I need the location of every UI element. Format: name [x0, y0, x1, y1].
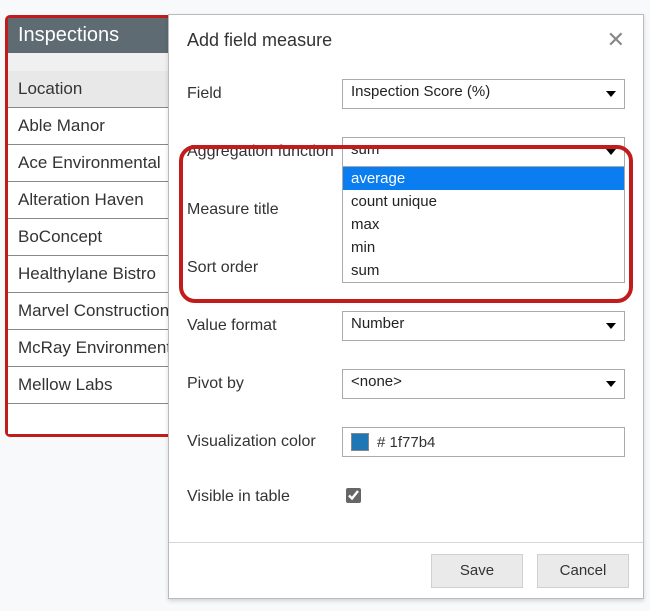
close-icon[interactable]: ✕ — [607, 29, 625, 51]
aggregation-option-min[interactable]: min — [343, 236, 624, 259]
visible-in-table-label: Visible in table — [187, 488, 342, 506]
add-field-measure-modal: Add field measure ✕ Field Inspection Sco… — [168, 14, 644, 599]
chevron-down-icon — [606, 323, 616, 329]
visible-in-table-checkbox[interactable] — [346, 488, 361, 503]
aggregation-label: Aggregation function — [187, 143, 342, 161]
field-select[interactable]: Inspection Score (%) — [342, 79, 625, 109]
modal-footer: Save Cancel — [169, 542, 643, 598]
aggregation-option-average[interactable]: average — [343, 167, 624, 190]
value-format-label: Value format — [187, 317, 342, 335]
aggregation-option-sum[interactable]: sum — [343, 259, 624, 282]
aggregation-option-count-unique[interactable]: count unique — [343, 190, 624, 213]
measure-title-label: Measure title — [187, 201, 342, 219]
value-format-row: Value format Number — [187, 311, 625, 341]
save-button[interactable]: Save — [431, 554, 523, 588]
pivot-by-select-value: <none> — [351, 373, 402, 390]
sort-order-label: Sort order — [187, 259, 342, 277]
aggregation-option-max[interactable]: max — [343, 213, 624, 236]
cancel-button[interactable]: Cancel — [537, 554, 629, 588]
field-row: Field Inspection Score (%) — [187, 79, 625, 109]
pivot-by-label: Pivot by — [187, 375, 342, 393]
chevron-down-icon — [606, 91, 616, 97]
chevron-down-icon — [606, 381, 616, 387]
value-format-select[interactable]: Number — [342, 311, 625, 341]
visualization-color-row: Visualization color # 1f77b4 — [187, 427, 625, 457]
chevron-down-icon — [606, 149, 616, 155]
value-format-select-value: Number — [351, 315, 404, 332]
modal-title: Add field measure — [187, 30, 332, 51]
field-select-value: Inspection Score (%) — [351, 83, 490, 100]
pivot-by-row: Pivot by <none> — [187, 369, 625, 399]
field-label: Field — [187, 85, 342, 103]
aggregation-row: Aggregation function sum average count u… — [187, 137, 625, 167]
visualization-color-input[interactable]: # 1f77b4 — [342, 427, 625, 457]
color-swatch-icon — [351, 433, 369, 451]
visualization-color-value: # 1f77b4 — [377, 434, 435, 451]
aggregation-select[interactable]: sum — [342, 137, 625, 167]
aggregation-dropdown: average count unique max min sum — [342, 166, 625, 283]
pivot-by-select[interactable]: <none> — [342, 369, 625, 399]
aggregation-select-value: sum — [351, 141, 379, 158]
visible-in-table-row: Visible in table — [187, 485, 625, 508]
visualization-color-label: Visualization color — [187, 433, 342, 451]
